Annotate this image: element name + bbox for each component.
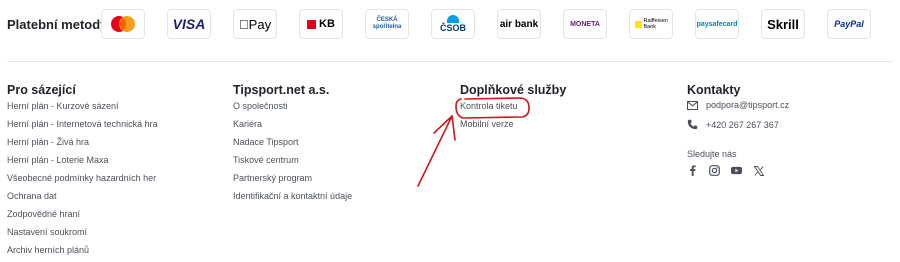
payment-methods-title: Platební metody [7,17,108,32]
visa-logo: VISA [167,9,211,39]
footer-link[interactable]: Nadace Tipsport [233,137,299,147]
column-title: Pro sázející [7,83,76,97]
mobile-version-link[interactable]: Mobilní verze [460,119,514,129]
footer-column-company: Tipsport.net a.s. O společnosti Kariéra … [233,83,352,201]
column-title: Doplňkové služby [460,83,567,97]
mastercard-logo [101,9,145,39]
apple-pay-logo: Pay [233,9,277,39]
footer-link[interactable]: Herní plán - Internetová technická hra [7,119,158,129]
footer-link[interactable]: Ochrana dat [7,191,57,201]
ticket-check-link[interactable]: Kontrola tiketu [460,101,518,111]
footer-link[interactable]: Identifikační a kontaktní údaje [233,191,352,201]
column-title: Tipsport.net a.s. [233,83,330,97]
arrow-line [417,115,453,187]
phone-contact[interactable]: +420 267 267 367 [687,119,779,130]
mail-icon [687,100,698,110]
footer-link[interactable]: O společnosti [233,101,288,111]
footer-link[interactable]: Kariéra [233,119,262,129]
footer-column-bettors: Pro sázející Herní plán - Kurzové sázení… [7,83,158,255]
payment-methods: Platební metody VISA Pay KB ČESKÁ spoři… [0,0,900,50]
footer-link[interactable]: Zodpovědné hraní [7,209,80,219]
footer-link[interactable]: Všeobecné podmínky hazardních her [7,173,156,183]
footer-link[interactable]: Herní plán - Kurzové sázení [7,101,119,111]
social-links [687,165,764,176]
x-icon[interactable] [753,165,764,176]
footer-link[interactable]: Herní plán - Loterie Maxa [7,155,109,165]
arrow-head [433,115,456,141]
facebook-icon[interactable] [687,165,698,176]
skrill-logo: Skrill [761,9,805,39]
instagram-icon[interactable] [709,165,720,176]
email-text[interactable]: podpora@tipsport.cz [706,100,789,110]
air-bank-logo: air bank [497,9,541,39]
footer-link[interactable]: Archiv herních plánů [7,245,89,255]
phone-text[interactable]: +420 267 267 367 [706,120,779,130]
footer-column-contacts: Kontakty podpora@tipsport.cz +420 267 26… [687,83,887,193]
phone-icon [687,119,698,130]
ceska-sporitelna-logo: ČESKÁ spořitelna [365,9,409,39]
footer-link[interactable]: Nastavení soukromí [7,227,87,237]
footer-column-services: Doplňkové služby Kontrola tiketu Mobilní… [460,83,567,129]
column-title: Kontakty [687,83,741,97]
youtube-icon[interactable] [731,165,742,176]
kb-logo: KB [299,9,343,39]
moneta-logo: MONETA [563,9,607,39]
email-contact[interactable]: podpora@tipsport.cz [687,100,789,110]
paysafecard-logo: paysafecard [695,9,739,39]
footer-divider [7,61,893,62]
footer-link[interactable]: Tiskové centrum [233,155,299,165]
csob-logo: ČSOB [431,9,475,39]
footer-link[interactable]: Herní plán - Živá hra [7,137,89,147]
footer-link[interactable]: Partnerský program [233,173,312,183]
paypal-logo: PayPal [827,9,871,39]
raiffeisen-logo: Raiffeisen Bank [629,9,673,39]
follow-label: Sledujte nás [687,149,737,159]
